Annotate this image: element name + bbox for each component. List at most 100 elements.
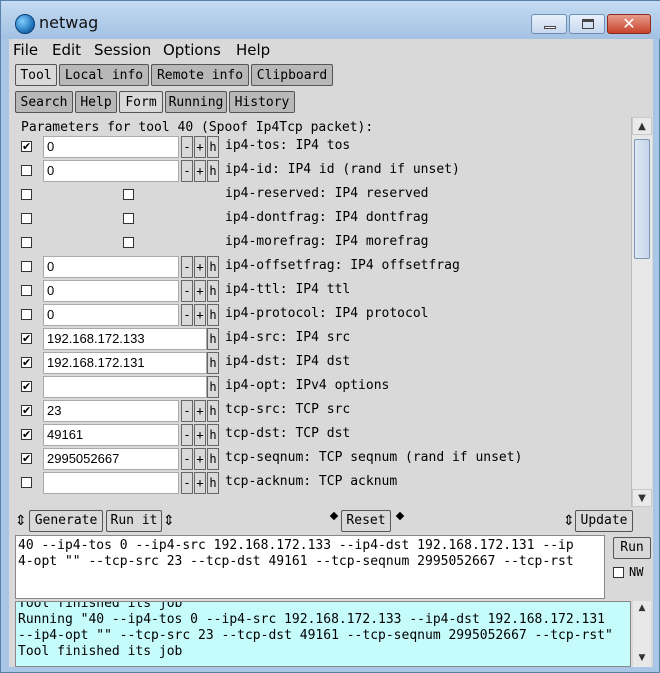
form-scrollbar[interactable]: ▲ ▼ — [631, 117, 652, 507]
minimize-button[interactable] — [531, 14, 567, 34]
help-button[interactable]: h — [207, 448, 219, 470]
help-button[interactable]: h — [207, 400, 219, 422]
menu-session[interactable]: Session — [94, 41, 151, 59]
log-scrollbar[interactable]: ▲ ▼ — [633, 601, 651, 667]
increment-button[interactable]: + — [194, 400, 206, 422]
decrement-button[interactable]: - — [181, 160, 193, 182]
tab-local-info[interactable]: Local info — [59, 64, 149, 86]
resize-handle-icon[interactable]: ⇕ — [563, 512, 575, 530]
value-field[interactable]: 192.168.172.133 — [43, 328, 207, 350]
tab-help[interactable]: Help — [75, 91, 117, 113]
generate-button[interactable]: Generate — [29, 510, 103, 532]
help-button[interactable]: h — [207, 304, 219, 326]
enable-checkbox[interactable] — [21, 309, 32, 320]
window-title: netwag — [39, 13, 99, 32]
maximize-icon — [582, 19, 594, 29]
help-button[interactable]: h — [207, 472, 219, 494]
increment-button[interactable]: + — [194, 304, 206, 326]
increment-button[interactable]: + — [194, 136, 206, 158]
decrement-button[interactable]: - — [181, 472, 193, 494]
enable-checkbox[interactable]: ✔ — [21, 381, 32, 392]
value-field[interactable]: 0 — [43, 160, 179, 182]
value-field[interactable]: 0 — [43, 256, 179, 278]
scroll-down-icon[interactable]: ▼ — [632, 489, 652, 507]
close-button[interactable]: ✕ — [607, 14, 651, 34]
help-button[interactable]: h — [207, 136, 219, 158]
increment-button[interactable]: + — [194, 280, 206, 302]
command-textarea[interactable]: 40 --ip4-tos 0 --ip4-src 192.168.172.133… — [15, 535, 605, 599]
reset-button[interactable]: Reset — [341, 510, 391, 532]
title-bar[interactable]: netwag ✕ — [1, 1, 660, 39]
increment-button[interactable]: + — [194, 424, 206, 446]
enable-checkbox[interactable]: ✔ — [21, 141, 32, 152]
help-button[interactable]: h — [207, 280, 219, 302]
value-field[interactable]: 23 — [43, 400, 179, 422]
value-checkbox[interactable] — [123, 213, 134, 224]
log-output[interactable]: Tool finished its job Running "40 --ip4-… — [15, 601, 631, 667]
scroll-down-icon[interactable]: ▼ — [633, 651, 651, 665]
scroll-thumb[interactable] — [634, 139, 650, 259]
tab-search[interactable]: Search — [15, 91, 73, 113]
value-field[interactable] — [43, 376, 207, 398]
value-field[interactable]: 192.168.172.131 — [43, 352, 207, 374]
increment-button[interactable]: + — [194, 472, 206, 494]
scroll-up-icon[interactable]: ▲ — [633, 601, 651, 615]
decrement-button[interactable]: - — [181, 256, 193, 278]
help-button[interactable]: h — [207, 424, 219, 446]
tab-remote-info[interactable]: Remote info — [151, 64, 249, 86]
enable-checkbox[interactable] — [21, 189, 32, 200]
enable-checkbox[interactable] — [21, 261, 32, 272]
tab-running[interactable]: Running — [165, 91, 227, 113]
nw-checkbox[interactable] — [613, 567, 624, 578]
decrement-button[interactable]: - — [181, 280, 193, 302]
enable-checkbox[interactable]: ✔ — [21, 405, 32, 416]
decrement-button[interactable]: - — [181, 136, 193, 158]
enable-checkbox[interactable]: ✔ — [21, 429, 32, 440]
enable-checkbox[interactable] — [21, 213, 32, 224]
enable-checkbox[interactable] — [21, 165, 32, 176]
field-label: tcp-seqnum: TCP seqnum (rand if unset) — [225, 450, 523, 465]
tab-history[interactable]: History — [229, 91, 295, 113]
tab-form[interactable]: Form — [119, 91, 163, 113]
tab-clipboard[interactable]: Clipboard — [251, 64, 333, 86]
run-button[interactable]: Run — [613, 537, 651, 559]
help-button[interactable]: h — [207, 256, 219, 278]
enable-checkbox[interactable]: ✔ — [21, 453, 32, 464]
menu-file[interactable]: File — [13, 41, 38, 59]
resize-handle-icon[interactable]: ⇕ — [163, 512, 175, 530]
tab-tool[interactable]: Tool — [15, 64, 57, 86]
enable-checkbox[interactable]: ✔ — [21, 333, 32, 344]
update-button[interactable]: Update — [575, 510, 633, 532]
decrement-button[interactable]: - — [181, 424, 193, 446]
menu-edit[interactable]: Edit — [52, 41, 81, 59]
increment-button[interactable]: + — [194, 160, 206, 182]
increment-button[interactable]: + — [194, 448, 206, 470]
decrement-button[interactable]: - — [181, 304, 193, 326]
value-field[interactable] — [43, 472, 179, 494]
menu-help[interactable]: Help — [236, 41, 270, 59]
enable-checkbox[interactable] — [21, 477, 32, 488]
help-button[interactable]: h — [207, 160, 219, 182]
value-field[interactable]: 0 — [43, 304, 179, 326]
value-checkbox[interactable] — [123, 189, 134, 200]
help-button[interactable]: h — [207, 328, 219, 350]
form-row: ✔ 23- + h tcp-src: TCP src — [15, 399, 631, 423]
value-field[interactable]: 2995052667 — [43, 448, 179, 470]
scroll-up-icon[interactable]: ▲ — [632, 117, 652, 135]
run-it-button[interactable]: Run it — [106, 510, 162, 532]
decrement-button[interactable]: - — [181, 400, 193, 422]
enable-checkbox[interactable] — [21, 237, 32, 248]
maximize-button[interactable] — [569, 14, 605, 34]
value-field[interactable]: 49161 — [43, 424, 179, 446]
decrement-button[interactable]: - — [181, 448, 193, 470]
value-checkbox[interactable] — [123, 237, 134, 248]
help-button[interactable]: h — [207, 352, 219, 374]
enable-checkbox[interactable]: ✔ — [21, 357, 32, 368]
value-field[interactable]: 0 — [43, 136, 179, 158]
value-field[interactable]: 0 — [43, 280, 179, 302]
enable-checkbox[interactable] — [21, 285, 32, 296]
increment-button[interactable]: + — [194, 256, 206, 278]
resize-handle-icon[interactable]: ⇕ — [15, 512, 27, 530]
help-button[interactable]: h — [207, 376, 219, 398]
menu-options[interactable]: Options — [163, 41, 221, 59]
